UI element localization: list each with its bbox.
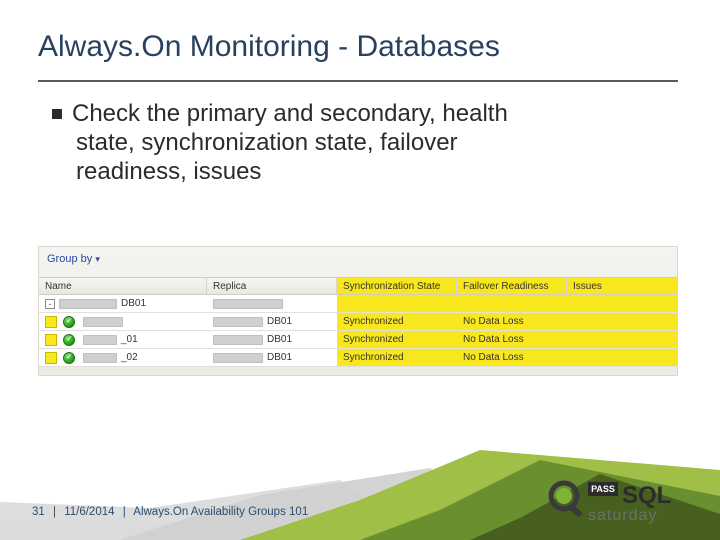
footer-meta: 31 | 11/6/2014 | Always.On Availability … — [32, 506, 308, 518]
group-by-dropdown[interactable]: Group by ▾ — [47, 253, 100, 265]
cell-sync: Synchronized — [337, 313, 457, 330]
bullet-line-1: Check the primary and secondary, health — [72, 100, 508, 127]
bullet-line-2: state, synchronization state, failover — [76, 129, 662, 158]
redacted-text — [83, 335, 117, 345]
bullet-line-3: readiness, issues — [76, 158, 662, 187]
logo-sql-text: SQL — [622, 482, 671, 509]
redacted-text — [59, 299, 117, 309]
slide-topic: Always.On Availability Groups 101 — [133, 506, 308, 518]
tree-collapse-icon[interactable]: - — [45, 299, 55, 309]
logo-saturday-text: saturday — [588, 507, 657, 524]
group-by-label: Group by — [47, 253, 92, 265]
redacted-text — [213, 299, 283, 309]
pass-sqlsaturday-logo: PASS SQL saturday — [544, 478, 694, 528]
table-row[interactable]: - DB01 — [39, 295, 677, 313]
dashboard-screenshot: Group by ▾ Name Replica Synchronization … — [38, 246, 678, 376]
warning-icon — [45, 352, 57, 364]
row-name-suffix: _02 — [121, 352, 138, 363]
table-row[interactable]: _02 DB01 Synchronized No Data Loss — [39, 349, 677, 367]
table-header-row: Name Replica Synchronization State Failo… — [39, 277, 677, 295]
cell-issues — [567, 313, 677, 330]
row-name-suffix: _01 — [121, 334, 138, 345]
cell-failover — [457, 295, 567, 312]
table-row[interactable]: _01 DB01 Synchronized No Data Loss — [39, 331, 677, 349]
footer-separator: | — [123, 506, 126, 518]
cell-failover: No Data Loss — [457, 331, 567, 348]
header-replica[interactable]: Replica — [207, 278, 337, 294]
cell-replica-suffix: DB01 — [267, 334, 292, 345]
slide-title: Always.On Monitoring - Databases — [38, 30, 500, 64]
cell-failover: No Data Loss — [457, 313, 567, 330]
title-divider — [38, 80, 678, 82]
table-row[interactable]: DB01 Synchronized No Data Loss — [39, 313, 677, 331]
cell-sync: Synchronized — [337, 349, 457, 366]
cell-issues — [567, 331, 677, 348]
logo-pass-text: PASS — [591, 484, 615, 494]
redacted-text — [83, 317, 123, 327]
status-ok-icon — [63, 316, 75, 328]
cell-failover: No Data Loss — [457, 349, 567, 366]
row-name-suffix: DB01 — [121, 298, 146, 309]
cell-issues — [567, 349, 677, 366]
warning-icon — [45, 334, 57, 346]
header-failover-readiness[interactable]: Failover Readiness — [457, 278, 567, 294]
cell-sync: Synchronized — [337, 331, 457, 348]
status-ok-icon — [63, 334, 75, 346]
bullet-marker — [52, 109, 62, 119]
header-sync-state[interactable]: Synchronization State — [337, 278, 457, 294]
footer-separator: | — [53, 506, 56, 518]
page-number: 31 — [32, 506, 45, 518]
status-ok-icon — [63, 352, 75, 364]
redacted-text — [83, 353, 117, 363]
redacted-text — [213, 317, 263, 327]
bullet-item: Check the primary and secondary, health … — [52, 100, 662, 186]
header-name[interactable]: Name — [39, 278, 207, 294]
cell-sync — [337, 295, 457, 312]
redacted-text — [213, 335, 263, 345]
redacted-text — [213, 353, 263, 363]
cell-issues — [567, 295, 677, 312]
slide-date: 11/6/2014 — [64, 506, 114, 518]
chevron-down-icon: ▾ — [95, 254, 100, 264]
cell-replica-suffix: DB01 — [267, 316, 292, 327]
cell-replica-suffix: DB01 — [267, 352, 292, 363]
header-issues[interactable]: Issues — [567, 278, 677, 294]
warning-icon — [45, 316, 57, 328]
